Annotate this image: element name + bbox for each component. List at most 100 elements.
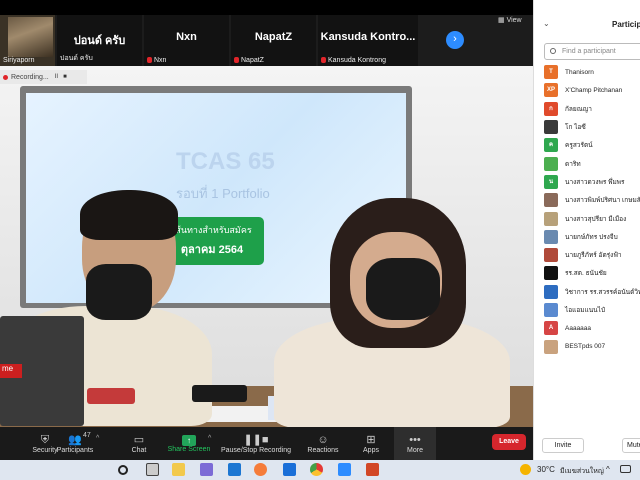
phone-black — [192, 385, 247, 402]
thumbnail-nxn[interactable]: Nxn Nxn — [144, 15, 229, 66]
chat-icon: ▭ — [133, 433, 145, 446]
mail-icon[interactable] — [228, 463, 241, 476]
participant-name: นางสาวดวงพร พึ่มพร — [565, 178, 625, 186]
thumbnail-kansuda[interactable]: Kansuda Kontro... Kansuda Kontrong — [318, 15, 418, 66]
avatar — [544, 266, 558, 281]
participant-name: BESTpds 007 — [565, 343, 606, 351]
participant-row[interactable]: XP X'Champ Pitchanan — [544, 81, 640, 99]
chevron-right-icon: › — [453, 33, 457, 45]
network-icon[interactable] — [620, 465, 631, 473]
participant-name: ครูสวรัตน์ — [565, 142, 593, 150]
more-label: More — [407, 446, 423, 454]
apps-button[interactable]: ⊞ Apps — [348, 427, 394, 460]
mic-muted-icon — [234, 57, 239, 63]
search-icon[interactable] — [118, 465, 128, 475]
participant-name: วิชาการ รร.สวรรค์อนันต์วิทยา — [565, 288, 640, 296]
thumbnail-name: Kansuda Kontrong — [321, 57, 386, 64]
participant-row[interactable]: ก กัลยณญา — [544, 100, 640, 118]
thumbnail-name-text: NapatZ — [241, 57, 264, 64]
powerpoint-icon[interactable] — [366, 463, 379, 476]
share-screen-icon: ↑ — [182, 434, 196, 446]
participant-row[interactable]: วิชาการ รร.สวรรค์อนันต์วิทยา — [544, 283, 640, 301]
dropbox-icon[interactable] — [283, 463, 296, 476]
participant-row[interactable]: นายกษ์ภัทร ปรงจีบ — [544, 228, 640, 246]
weather-icon[interactable] — [520, 464, 531, 475]
pause-stop-recording-button[interactable]: ❚❚■ Pause/Stop Recording — [214, 427, 298, 460]
participant-row[interactable]: น นางสาวดวงพร พึ่มพร — [544, 173, 640, 191]
zoom-window: Siriyaporn ปอนด์ ครับ ปอนด์ ครับ Nxn Nxn… — [0, 0, 640, 480]
participants-count: 47 — [83, 432, 91, 439]
search-icon — [550, 48, 556, 54]
reactions-label: Reactions — [307, 446, 339, 454]
thumbnail-siriyaporn[interactable]: Siriyaporn — [0, 15, 55, 66]
avatar: ค — [544, 138, 558, 153]
participant-name: รร.สต. ธนันชัย — [565, 270, 607, 278]
mute-all-button[interactable]: Mute All — [622, 438, 640, 453]
recording-indicator: Recording... II ■ — [0, 70, 87, 84]
participant-name: นายกษ์ภัทร ปรงจีบ — [565, 233, 618, 241]
avatar: น — [544, 174, 558, 189]
view-button[interactable]: ▦ View — [498, 16, 522, 24]
participant-name: X'Champ Pitchanan — [565, 86, 623, 94]
participant-row[interactable]: โก ไอซี — [544, 118, 640, 136]
search-placeholder: Find a participant — [562, 48, 616, 55]
participant-row[interactable]: ไอแอมแนนไป๋ — [544, 301, 640, 319]
invite-button[interactable]: Invite — [542, 438, 584, 453]
apps-icon: ⊞ — [366, 433, 376, 446]
chat-button[interactable]: ▭ Chat — [114, 427, 164, 460]
chevron-up-icon[interactable]: ^ — [208, 435, 211, 442]
participant-row[interactable]: รร.สต. ธนันชัย — [544, 264, 640, 282]
participants-label: Participants — [56, 446, 94, 454]
record-label: Pause/Stop Recording — [220, 446, 292, 454]
participants-button[interactable]: 👥 Participants 47 ^ — [50, 427, 100, 460]
task-view-icon[interactable] — [146, 463, 159, 476]
avatar — [544, 248, 558, 263]
reactions-button[interactable]: ☺ Reactions — [298, 427, 348, 460]
participant-name: ดาริท — [565, 160, 581, 168]
participant-row[interactable]: ดาริท — [544, 154, 640, 172]
person-left-mask — [86, 264, 152, 320]
thumbnail-napatz[interactable]: NapatZ NapatZ — [231, 15, 316, 66]
store-icon[interactable] — [200, 463, 213, 476]
thumbnail-pond[interactable]: ปอนด์ ครับ ปอนด์ ครับ — [57, 15, 142, 66]
laptop: me — [0, 316, 84, 426]
avatar — [544, 211, 558, 226]
pause-recording-button[interactable]: II — [55, 74, 58, 80]
chrome-icon[interactable] — [310, 463, 323, 476]
firefox-icon[interactable] — [254, 463, 267, 476]
thumbnail-display-name: Nxn — [176, 31, 197, 43]
phone-red — [87, 388, 135, 404]
participant-search-input[interactable]: Find a participant — [544, 43, 640, 60]
next-page-button[interactable]: › — [446, 31, 464, 49]
shield-icon: ⛨ — [40, 433, 50, 446]
more-button[interactable]: ••• More — [394, 427, 436, 460]
participant-row[interactable]: นางสาวพิมพ์ปริศนา เกษมสันต์ — [544, 191, 640, 209]
avatar — [544, 156, 558, 171]
participant-row[interactable]: A Aaaaaaa — [544, 319, 640, 337]
stop-recording-button[interactable]: ■ — [63, 74, 67, 80]
participant-name: นางสาวสุปรียา มีเมือง — [565, 215, 627, 223]
more-icon: ••• — [409, 433, 421, 446]
participant-name: กัลยณญา — [565, 105, 592, 113]
participant-row[interactable]: T Thanisorn — [544, 63, 640, 81]
chevron-up-icon[interactable]: ^ — [96, 435, 99, 442]
zoom-icon[interactable] — [338, 463, 351, 476]
thumbnail-display-name: NapatZ — [254, 31, 293, 43]
thumbnail-display-name: ปอนด์ ครับ — [73, 35, 126, 47]
avatar — [544, 229, 558, 244]
leave-button[interactable]: Leave — [492, 434, 526, 450]
temperature-text: 30°C — [537, 465, 555, 474]
share-screen-button[interactable]: ↑ Share Screen ^ — [164, 427, 214, 460]
participant-row[interactable]: BESTpds 007 — [544, 337, 640, 355]
chevron-up-icon[interactable]: ^ — [606, 465, 610, 474]
file-explorer-icon[interactable] — [172, 463, 185, 476]
participant-row[interactable]: ค ครูสวรัตน์ — [544, 136, 640, 154]
participant-name: ไอแอมแนนไป๋ — [565, 307, 606, 314]
participant-row[interactable]: นายภูรีภัทร์ อัตรุ่งฟ้า — [544, 246, 640, 264]
main-video: TCAS 65 รอบที่ 1 Portfolio เส้นทางสำหรับ… — [0, 66, 533, 427]
chevron-down-icon[interactable]: ⌄ — [543, 19, 550, 28]
reactions-icon: ☺ — [317, 433, 329, 446]
thumbnail-name-text: Nxn — [154, 57, 167, 64]
person-right-mask — [366, 258, 440, 320]
participant-row[interactable]: นางสาวสุปรียา มีเมือง — [544, 209, 640, 227]
